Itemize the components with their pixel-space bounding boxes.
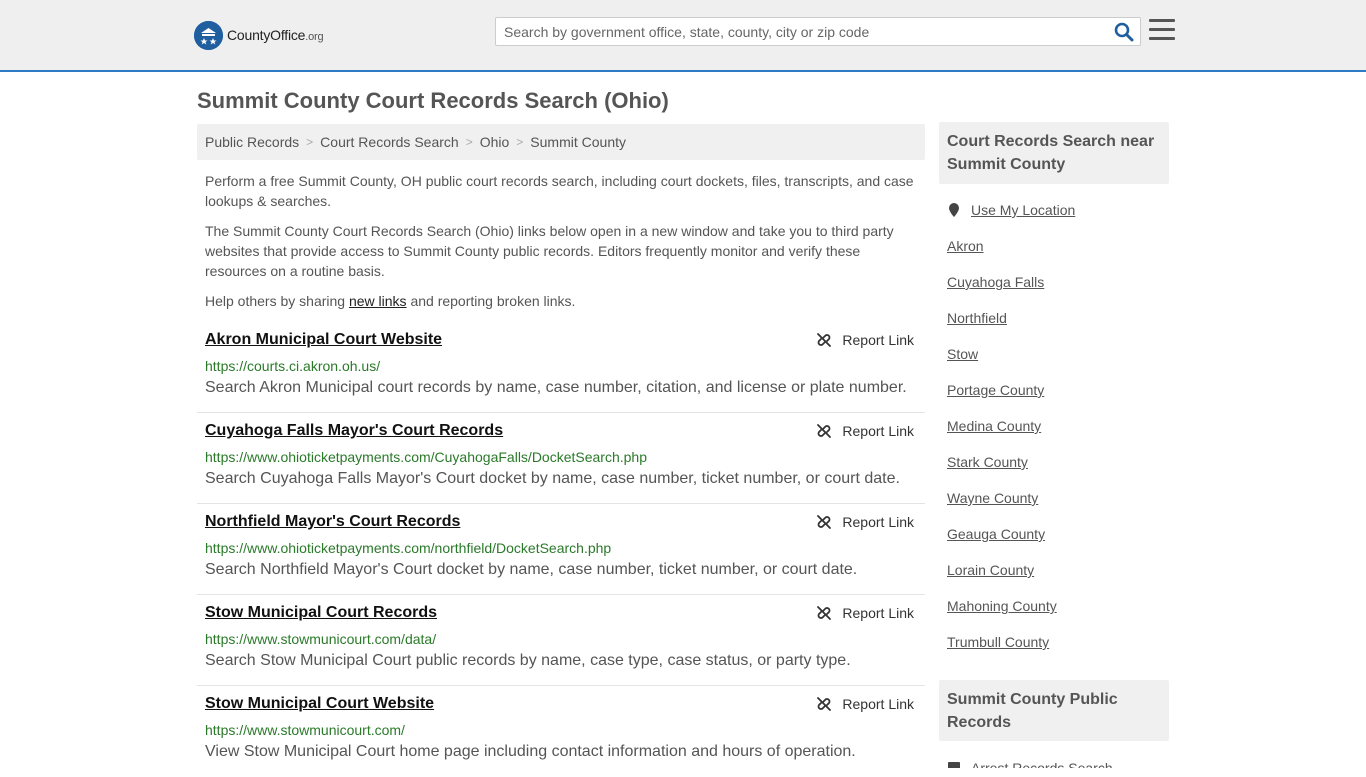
result-item: Stow Municipal Court Website https://www… <box>197 686 925 777</box>
result-description: View Stow Municipal Court home page incl… <box>205 743 856 760</box>
breadcrumb-item-ohio[interactable]: Ohio <box>480 134 510 150</box>
result-item: Akron Municipal Court Website https://co… <box>197 322 925 413</box>
sidebar-item-trumbull-county[interactable]: Trumbull County <box>947 624 1169 660</box>
breadcrumb-separator-icon: > <box>516 135 524 149</box>
report-link-button[interactable]: Report Link <box>816 696 914 712</box>
result-url: https://courts.ci.akron.oh.us/ <box>205 358 381 374</box>
report-link-button[interactable]: Report Link <box>816 605 914 621</box>
sidebar-item-northfield[interactable]: Northfield <box>947 300 1169 336</box>
broken-link-icon <box>817 606 832 620</box>
site-header: CountyOffice.org <box>0 0 1366 72</box>
result-description: Search Stow Municipal Court public recor… <box>205 652 851 669</box>
search-icon <box>1114 22 1134 42</box>
map-pin-icon <box>949 203 959 217</box>
intro-paragraph-2: The Summit County Court Records Search (… <box>205 223 894 279</box>
broken-link-icon <box>817 333 832 347</box>
broken-link-icon <box>817 424 832 438</box>
hamburger-menu-icon[interactable] <box>1149 19 1175 43</box>
sidebar-item-wayne-county[interactable]: Wayne County <box>947 480 1169 516</box>
use-my-location-link[interactable]: Use My Location <box>947 192 1169 228</box>
breadcrumb-separator-icon: > <box>306 135 314 149</box>
intro-paragraph-1: Perform a free Summit County, OH public … <box>205 173 914 209</box>
sidebar-item-lorain-county[interactable]: Lorain County <box>947 552 1169 588</box>
result-title-link[interactable]: Cuyahoga Falls Mayor's Court Records <box>205 422 503 440</box>
result-url: https://www.stowmunicourt.com/data/ <box>205 631 437 647</box>
results-list: Akron Municipal Court Website https://co… <box>197 322 925 777</box>
sidebar-public-records-heading: Summit County Public Records <box>939 680 1169 741</box>
intro-text: Perform a free Summit County, OH public … <box>205 171 920 321</box>
search-box <box>495 17 1141 46</box>
sidebar-item-akron[interactable]: Akron <box>947 228 1169 264</box>
sidebar-item-arrest-records-search[interactable]: Arrest Records Search <box>947 750 1169 768</box>
logo-text: CountyOffice.org <box>227 27 324 43</box>
report-link-button[interactable]: Report Link <box>816 423 914 439</box>
sidebar-item-geauga-county[interactable]: Geauga County <box>947 516 1169 552</box>
result-title-link[interactable]: Stow Municipal Court Records <box>205 604 437 622</box>
sidebar-nearby-list: Use My Location Akron Cuyahoga Falls Nor… <box>947 192 1169 660</box>
result-url: https://www.ohioticketpayments.com/Cuyah… <box>205 449 647 465</box>
result-title-link[interactable]: Akron Municipal Court Website <box>205 331 442 349</box>
result-title-link[interactable]: Stow Municipal Court Website <box>205 695 434 713</box>
report-link-button[interactable]: Report Link <box>816 514 914 530</box>
site-logo[interactable]: CountyOffice.org <box>194 20 324 50</box>
search-input[interactable] <box>496 18 1106 45</box>
result-url: https://www.ohioticketpayments.com/north… <box>205 540 612 556</box>
intro-paragraph-3: Help others by sharing new links and rep… <box>205 293 576 309</box>
breadcrumb-item-court-records-search[interactable]: Court Records Search <box>320 134 459 150</box>
sidebar-item-cuyahoga-falls[interactable]: Cuyahoga Falls <box>947 264 1169 300</box>
result-description: Search Cuyahoga Falls Mayor's Court dock… <box>205 470 900 487</box>
result-description: Search Northfield Mayor's Court docket b… <box>205 561 858 578</box>
result-description: Search Akron Municipal court records by … <box>205 379 907 396</box>
breadcrumb-separator-icon: > <box>465 135 473 149</box>
sidebar-item-stark-county[interactable]: Stark County <box>947 444 1169 480</box>
records-icon <box>948 762 960 768</box>
result-url: https://www.stowmunicourt.com/ <box>205 722 405 738</box>
new-links-link[interactable]: new links <box>349 293 407 309</box>
page-title: Summit County Court Records Search (Ohio… <box>197 88 669 113</box>
result-title-link[interactable]: Northfield Mayor's Court Records <box>205 513 460 531</box>
sidebar-nearby-heading: Court Records Search near Summit County <box>939 122 1169 184</box>
sidebar-item-stow[interactable]: Stow <box>947 336 1169 372</box>
sidebar-item-portage-county[interactable]: Portage County <box>947 372 1169 408</box>
report-link-button[interactable]: Report Link <box>816 332 914 348</box>
breadcrumb-item-summit-county[interactable]: Summit County <box>530 134 626 150</box>
result-item: Cuyahoga Falls Mayor's Court Records htt… <box>197 413 925 504</box>
broken-link-icon <box>817 515 832 529</box>
sidebar-item-medina-county[interactable]: Medina County <box>947 408 1169 444</box>
sidebar-item-mahoning-county[interactable]: Mahoning County <box>947 588 1169 624</box>
result-item: Northfield Mayor's Court Records https:/… <box>197 504 925 595</box>
breadcrumb: Public Records > Court Records Search > … <box>197 124 925 160</box>
logo-badge-icon <box>194 20 223 50</box>
sidebar-public-records-list: Arrest Records Search <box>947 750 1169 768</box>
result-item: Stow Municipal Court Records https://www… <box>197 595 925 686</box>
breadcrumb-item-public-records[interactable]: Public Records <box>205 134 299 150</box>
broken-link-icon <box>817 697 832 711</box>
search-button[interactable] <box>1114 22 1134 42</box>
